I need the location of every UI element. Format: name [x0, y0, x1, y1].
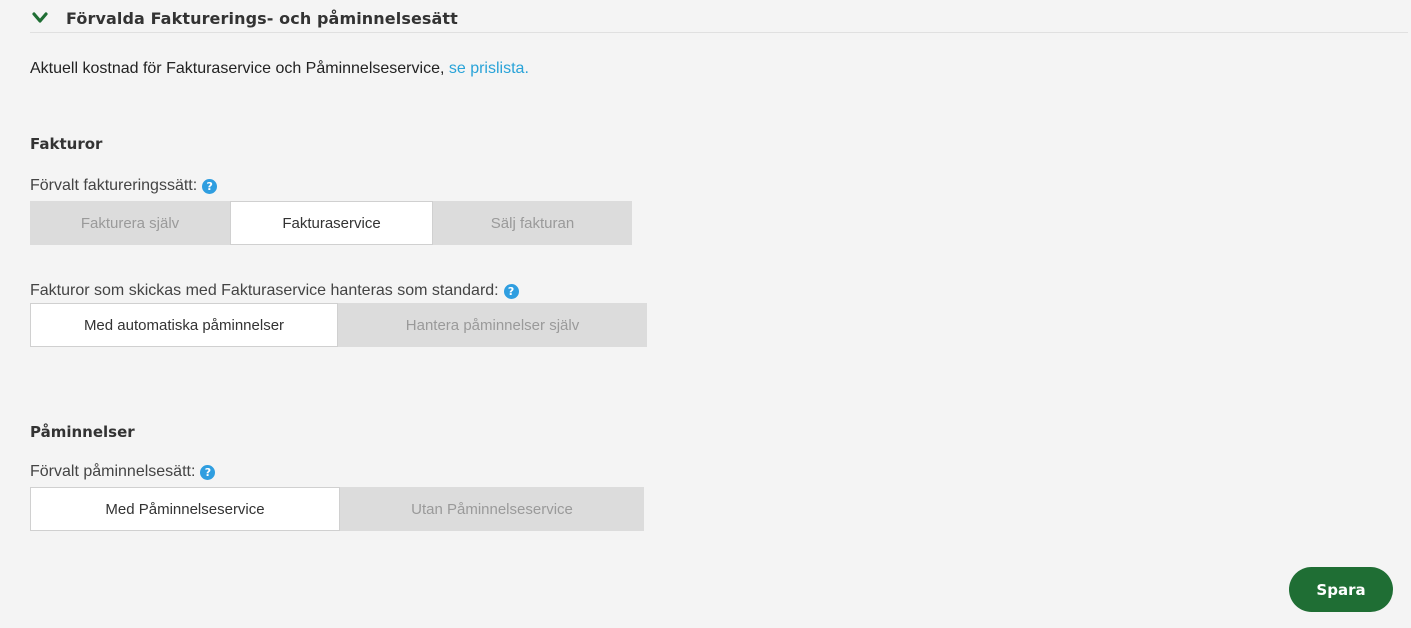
invoice-handling-label: Fakturor som skickas med Fakturaservice … — [30, 282, 519, 300]
question-circle-icon[interactable]: ? — [202, 178, 218, 194]
intro-text: Aktuell kostnad för Fakturaservice och P… — [30, 60, 529, 78]
question-circle-icon[interactable]: ? — [200, 464, 216, 480]
question-circle-icon[interactable]: ? — [503, 283, 519, 299]
invoices-title: Fakturor — [30, 135, 103, 153]
invoice-handling-selector: Med automatiska påminnelser Hantera påmi… — [30, 303, 647, 347]
option-salj-fakturan[interactable]: Sälj fakturan — [433, 201, 632, 245]
invoice-handling-label-text: Fakturor som skickas med Fakturaservice … — [30, 282, 499, 299]
reminder-method-selector: Med Påminnelseservice Utan Påminnelseser… — [30, 487, 644, 531]
invoice-method-selector: Fakturera själv Fakturaservice Sälj fakt… — [30, 201, 632, 245]
option-without-reminder-service[interactable]: Utan Påminnelseservice — [340, 487, 644, 531]
intro-label: Aktuell kostnad för Fakturaservice och P… — [30, 60, 445, 77]
reminders-title: Påminnelser — [30, 423, 135, 441]
option-manual-reminders[interactable]: Hantera påminnelser själv — [338, 303, 647, 347]
option-fakturera-sjalv[interactable]: Fakturera själv — [30, 201, 230, 245]
section-title: Förvalda Fakturerings- och påminnelsesät… — [66, 8, 458, 28]
invoice-method-label: Förvalt faktureringssätt: ? — [30, 177, 218, 195]
option-fakturaservice[interactable]: Fakturaservice — [230, 201, 433, 245]
option-automatic-reminders[interactable]: Med automatiska påminnelser — [30, 303, 338, 347]
page: Förvalda Fakturerings- och påminnelsesät… — [0, 0, 1411, 628]
section-header[interactable]: Förvalda Fakturerings- och påminnelsesät… — [30, 4, 1408, 33]
reminder-method-label-text: Förvalt påminnelsesätt: — [30, 463, 196, 480]
invoice-method-label-text: Förvalt faktureringssätt: — [30, 177, 198, 194]
price-list-link[interactable]: se prislista. — [449, 60, 529, 77]
save-button[interactable]: Spara — [1289, 567, 1393, 612]
option-with-reminder-service[interactable]: Med Påminnelseservice — [30, 487, 340, 531]
reminder-method-label: Förvalt påminnelsesätt: ? — [30, 463, 216, 481]
chevron-down-icon[interactable] — [30, 8, 50, 28]
